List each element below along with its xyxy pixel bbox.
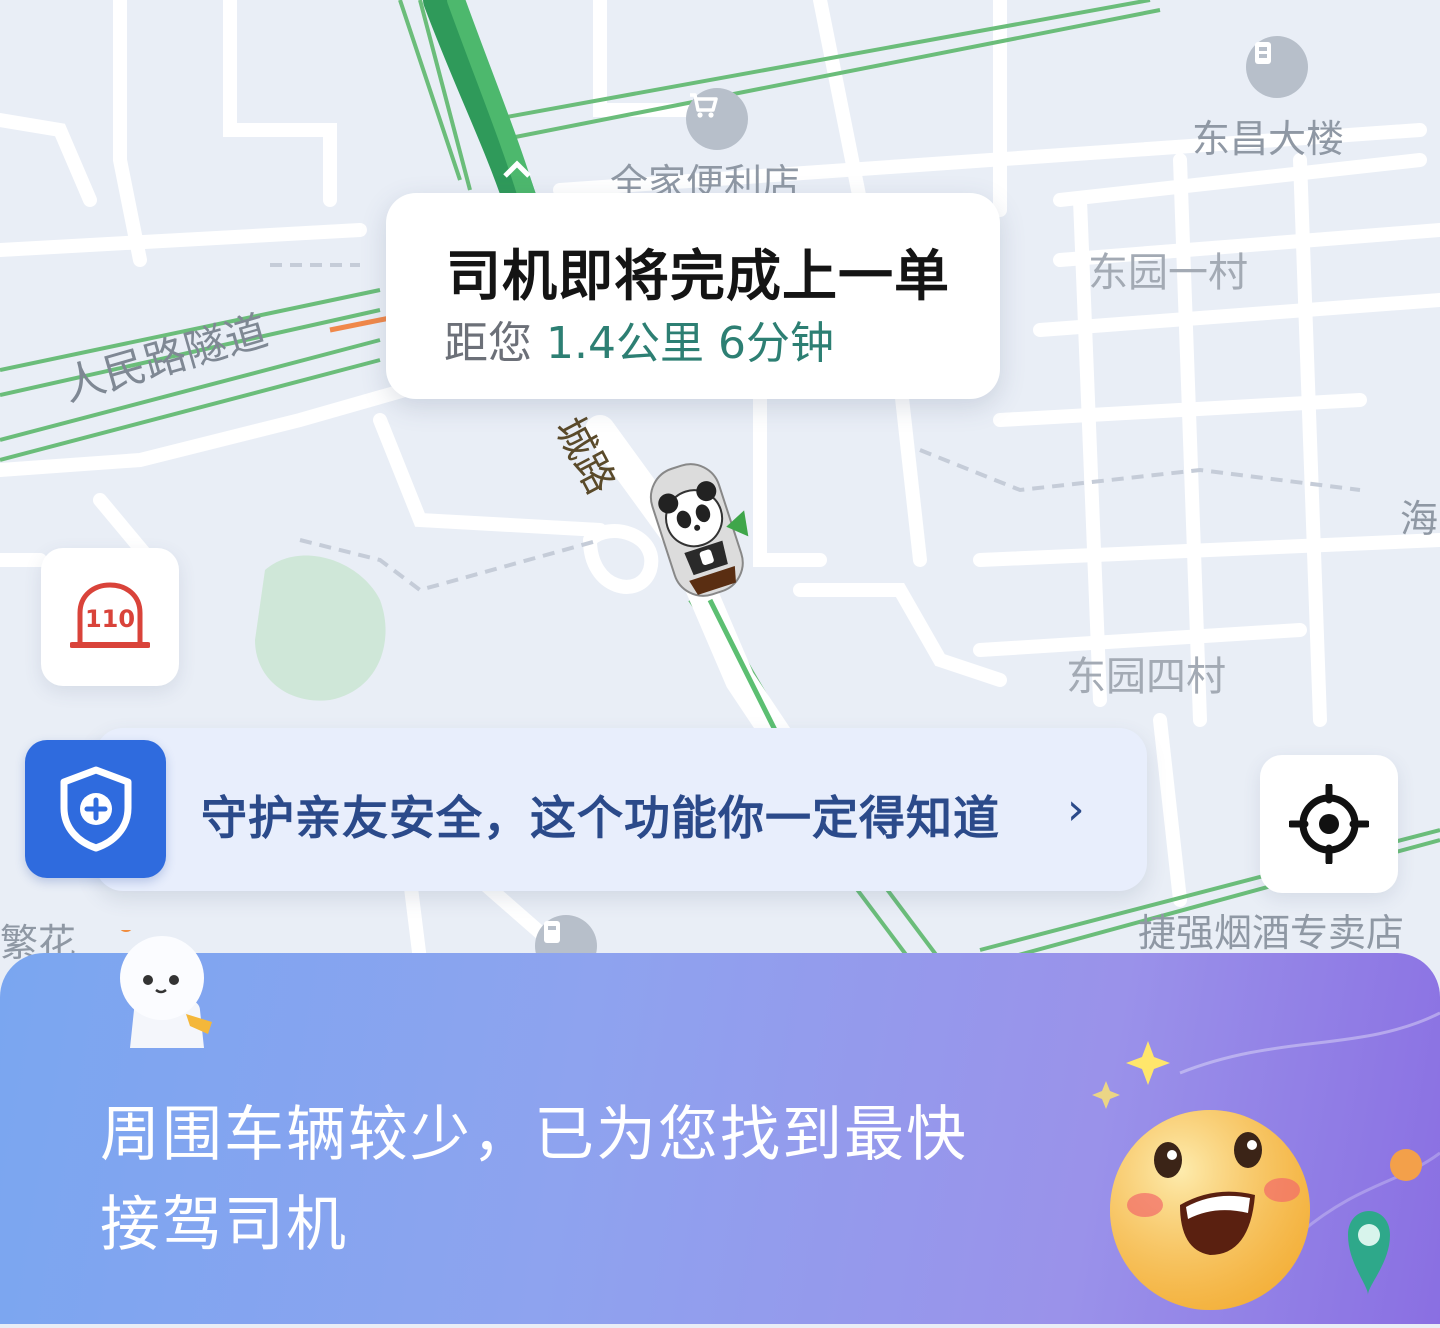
map-label-dongyuan-1: 东园一村 [1088,250,1248,296]
emoji-mascot [1090,1035,1440,1328]
police-110-icon: 110 [70,582,150,648]
shield-plus-icon [60,766,131,852]
map-label-dongchang-building: 东昌大楼 [1192,117,1345,161]
safety-banner-text: 守护亲友安全，这个功能你一定得知道 [201,791,1000,845]
map-label-hai: 海 [1400,497,1439,541]
police-110-button[interactable]: 110 [41,548,179,686]
panda-car-icon [640,455,760,605]
shield-button[interactable] [25,740,166,878]
distance-value: 1.4公里 [546,318,704,369]
locate-me-button[interactable] [1260,755,1398,893]
driver-status-card[interactable]: 司机即将完成上一单 距您 1.4公里 6分钟 [386,193,1000,399]
status-message: 周围车辆较少，已为您找到最快接驾司机 [100,1100,968,1260]
driver-status-title: 司机即将完成上一单 [446,244,951,308]
map-label-tobacco-shop: 捷强烟酒专卖店 [1138,911,1405,955]
driver-distance-eta: 距您 1.4公里 6分钟 [444,307,834,371]
building-icon[interactable] [1246,36,1308,98]
safety-banner[interactable]: 守护亲友安全，这个功能你一定得知道 › [95,728,1147,891]
distance-prefix: 距您 [444,318,532,369]
chevron-right-icon: › [1067,784,1085,835]
mascot-avatar [112,916,222,1054]
eta-value: 6分钟 [717,318,834,369]
police-110-number: 110 [85,605,135,633]
crosshair-icon [1289,784,1369,864]
cart-icon[interactable] [686,88,748,150]
map-label-dongyuan-4: 东园四村 [1066,654,1226,700]
